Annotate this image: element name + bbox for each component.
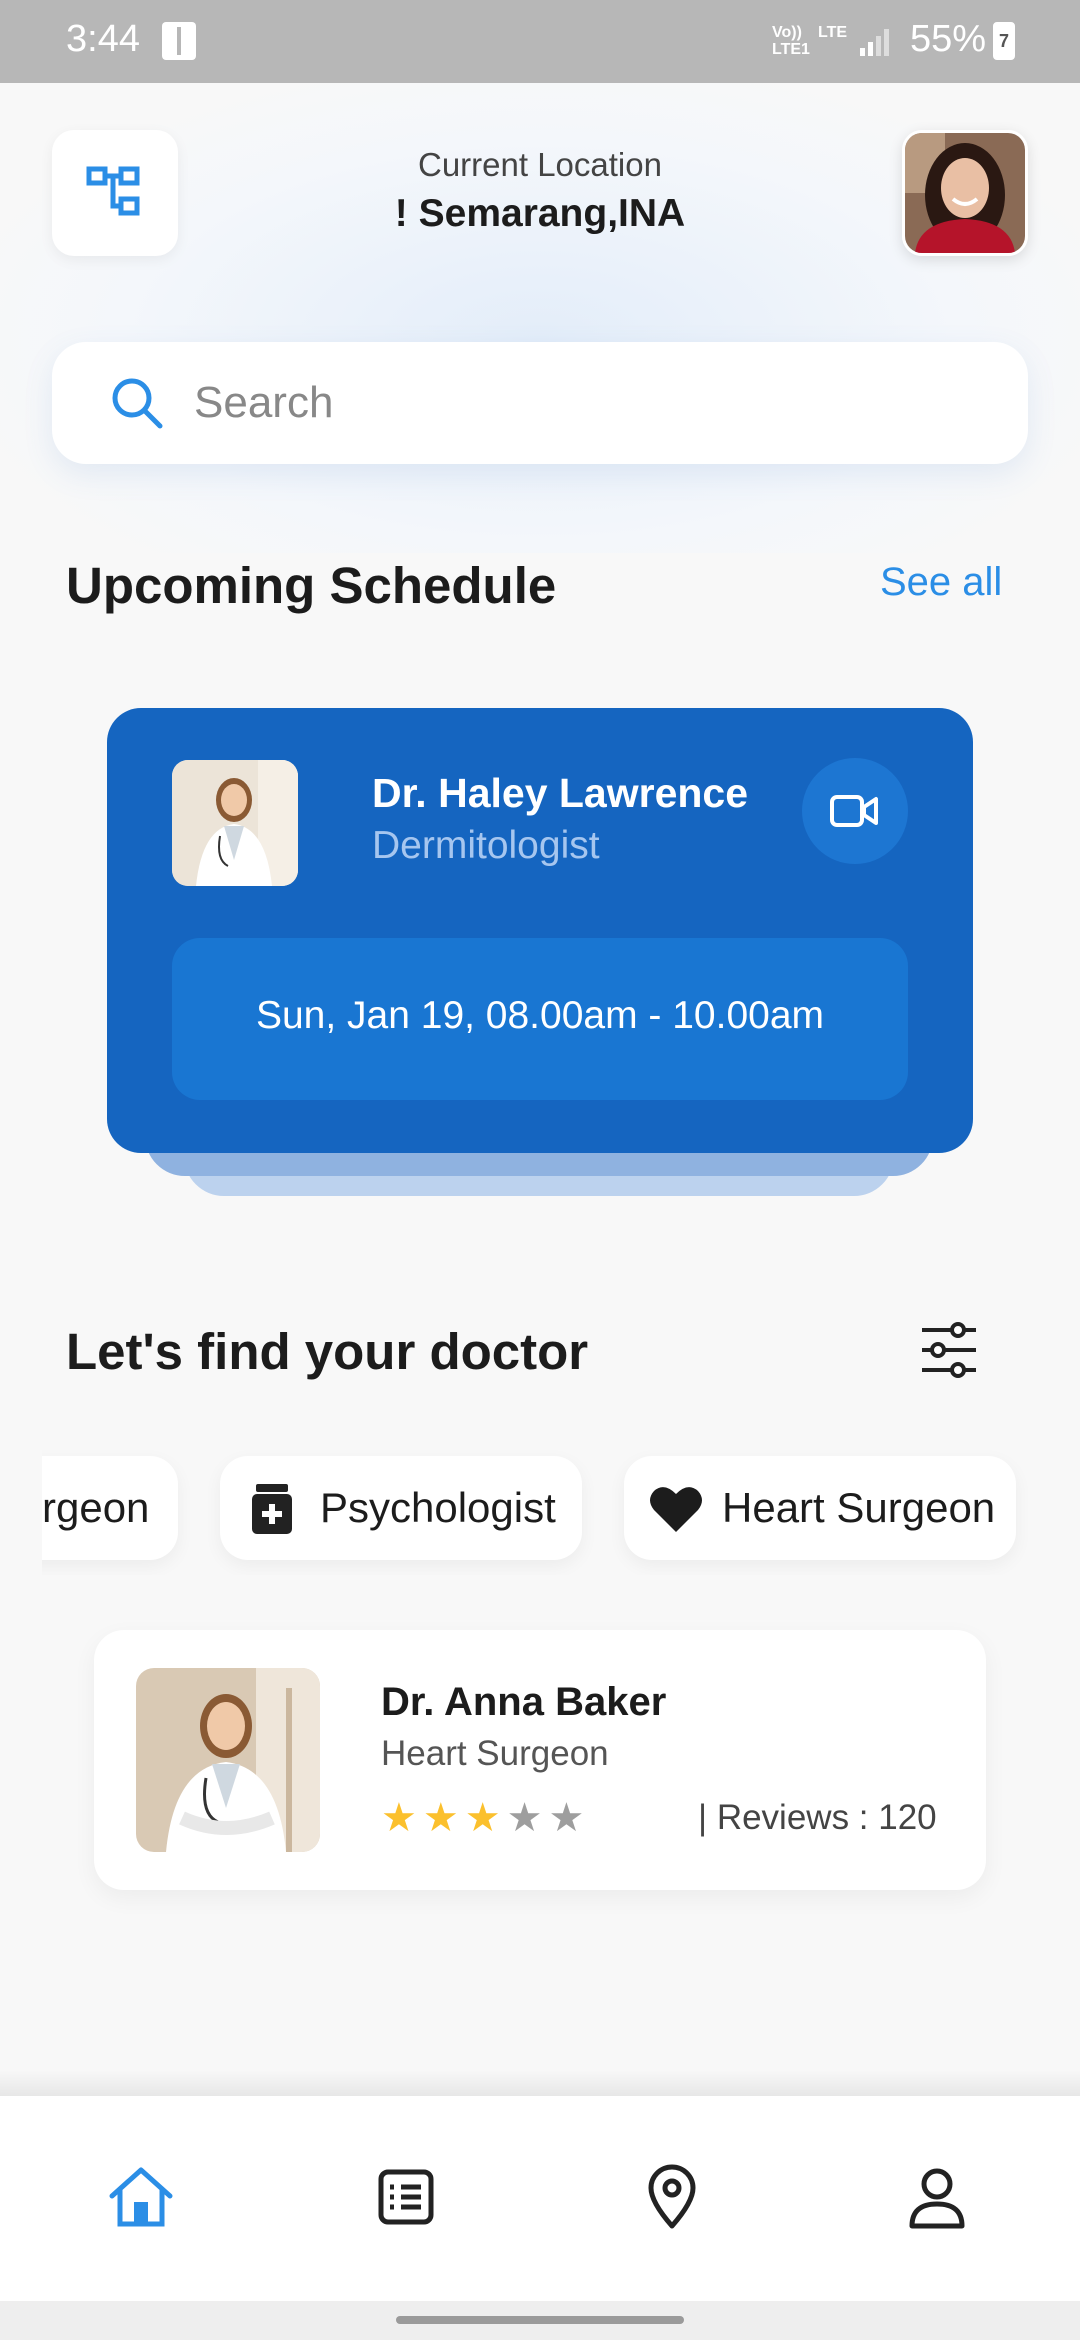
search-icon — [112, 378, 163, 429]
find-doctor-title: Let's find your doctor — [66, 1323, 589, 1380]
nav-list[interactable] — [371, 2162, 441, 2232]
status-bar: 3:44 Vo)) LTE1 LTE 55% 7 — [0, 0, 1080, 83]
nav-profile[interactable] — [902, 2162, 972, 2232]
upcoming-title: Upcoming Schedule — [66, 557, 557, 614]
schedule-doctor-name: Dr. Haley Lawrence — [372, 770, 749, 816]
home-indicator[interactable] — [396, 2316, 684, 2324]
schedule-doctor-specialty: Dermitologist — [372, 824, 600, 867]
doctor-photo — [136, 1668, 320, 1852]
filter-icon[interactable] — [918, 1322, 980, 1378]
usb-icon — [162, 22, 196, 60]
nav-location[interactable] — [637, 2162, 707, 2232]
see-all-link[interactable]: See all — [880, 560, 1002, 605]
nav-home[interactable] — [106, 2162, 176, 2232]
star-empty-icon: ★ — [506, 1796, 543, 1840]
video-camera-icon — [830, 795, 878, 827]
category-chip-surgeon[interactable]: rgeon — [42, 1456, 178, 1560]
search-bar[interactable] — [52, 342, 1028, 464]
location-pin-icon — [648, 2164, 696, 2229]
chip-label: Psychologist — [320, 1484, 556, 1531]
search-input[interactable] — [194, 366, 974, 440]
hierarchy-icon — [86, 166, 140, 216]
battery-percent: 55% — [910, 18, 987, 60]
menu-button[interactable] — [52, 130, 178, 256]
star-filled-icon: ★ — [381, 1796, 417, 1840]
star-empty-icon: ★ — [548, 1796, 585, 1840]
battery-badge: 7 — [998, 31, 1009, 51]
signal-icon — [860, 29, 889, 56]
lte-label: LTE — [818, 24, 848, 41]
category-chip-psychologist[interactable]: Psychologist — [220, 1456, 582, 1560]
schedule-time-pill: Sun, Jan 19, 08.00am - 10.00am — [172, 938, 908, 1100]
avatar[interactable] — [902, 130, 1028, 256]
category-chips: rgeon Psychologist Heart Surgeon — [42, 1450, 1080, 1575]
star-filled-icon: ★ — [464, 1796, 501, 1840]
nav-shadow — [0, 2070, 1080, 2096]
doctor-card[interactable]: Dr. Anna Baker Heart Surgeon ★ ★ ★ ★ ★ | Rev… — [94, 1630, 986, 1890]
doctor-name: Dr. Anna Baker — [381, 1680, 667, 1724]
list-icon — [378, 2169, 434, 2225]
location-label: Current Location — [418, 146, 662, 183]
profile-icon — [909, 2168, 965, 2229]
battery-icon: 7 — [993, 22, 1015, 60]
review-count: | Reviews : 120 — [698, 1798, 937, 1837]
location-value[interactable]: ! Semarang,INA — [340, 192, 740, 236]
chip-label: rgeon — [42, 1484, 150, 1531]
avatar-photo — [905, 133, 1025, 253]
schedule-datetime: Sun, Jan 19, 08.00am - 10.00am — [255, 994, 825, 1037]
bottom-nav — [0, 2096, 1080, 2301]
video-call-button[interactable] — [802, 758, 908, 864]
rating-stars: ★ ★ ★ ★ ★ — [381, 1798, 584, 1838]
network-label: Vo)) LTE1 — [772, 24, 810, 58]
chip-label: Heart Surgeon — [722, 1484, 996, 1531]
heart-icon — [650, 1487, 702, 1532]
home-icon — [109, 2167, 173, 2227]
medicine-icon — [252, 1484, 292, 1534]
doctor-specialty: Heart Surgeon — [381, 1734, 609, 1773]
star-filled-icon: ★ — [422, 1796, 459, 1840]
doctor-photo — [172, 760, 298, 886]
status-time: 3:44 — [66, 18, 140, 60]
category-chip-heart-surgeon[interactable]: Heart Surgeon — [624, 1456, 1016, 1560]
